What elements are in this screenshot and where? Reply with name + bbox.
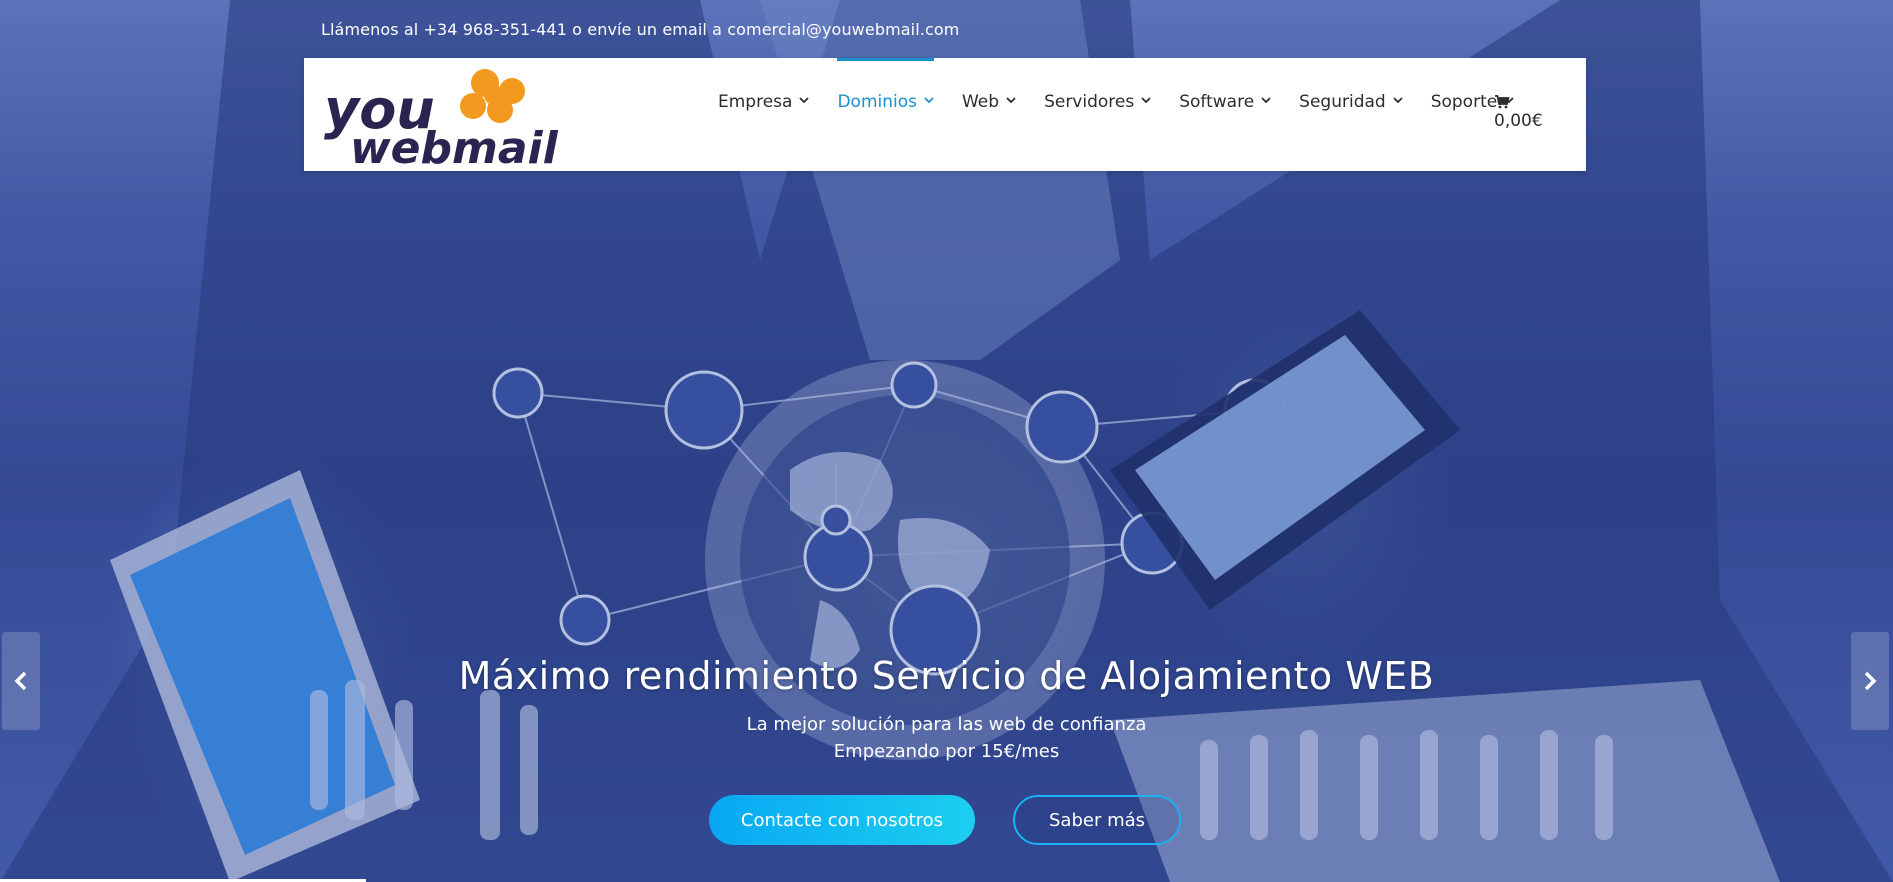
nav-item-seguridad[interactable]: Seguridad xyxy=(1285,58,1417,171)
slide-title: Máximo rendimiento Servicio de Alojamien… xyxy=(458,654,1435,698)
shopping-cart-icon xyxy=(1495,95,1510,109)
slide-subtitle-1: La mejor solución para las web de confia… xyxy=(746,714,1147,735)
chevron-down-icon xyxy=(1261,97,1271,104)
nav-item-label: Empresa xyxy=(718,92,793,112)
nav-item-web[interactable]: Web xyxy=(948,58,1030,171)
nav-item-label: Web xyxy=(961,92,1000,112)
chevron-down-icon xyxy=(799,97,810,104)
nav-item-label: Soporte xyxy=(1430,92,1498,112)
chevron-right-icon xyxy=(1864,671,1877,691)
nav-item-label: Dominios xyxy=(837,92,917,112)
cart-button[interactable]: 0,00€ xyxy=(1494,94,1543,133)
nav-item-label: Servidores xyxy=(1044,92,1135,112)
cart-total: 0,00€ xyxy=(1494,111,1543,131)
chevron-down-icon xyxy=(1006,97,1016,104)
nav-item-software[interactable]: Software xyxy=(1165,58,1285,171)
site-logo[interactable]: you webmail xyxy=(322,63,568,167)
nav-item-label: Seguridad xyxy=(1299,92,1386,112)
chevron-down-icon xyxy=(1141,97,1151,104)
chevron-down-icon xyxy=(1393,97,1403,104)
chevron-left-icon xyxy=(14,671,27,691)
contact-info: Llámenos al +34 968-351-441 o envíe un e… xyxy=(321,20,960,39)
slide-subtitle-2: Empezando por 15€/mes xyxy=(833,741,1060,762)
nav-item-label: Software xyxy=(1179,92,1255,112)
learn-more-button[interactable]: Saber más xyxy=(1013,795,1181,845)
nav-item-servidores[interactable]: Servidores xyxy=(1030,58,1165,171)
flower-logo-icon xyxy=(460,69,525,123)
slider-next-button[interactable] xyxy=(1851,632,1889,730)
main-menu: Empresa Dominios Web Servidores Software… xyxy=(704,58,1528,171)
chevron-down-icon xyxy=(924,97,934,104)
nav-item-empresa[interactable]: Empresa xyxy=(704,58,823,171)
slider-prev-button[interactable] xyxy=(2,632,40,730)
header-navbar: you webmail Empresa Dominios Web Servido… xyxy=(304,58,1586,171)
logo-text-webmail: webmail xyxy=(350,123,559,167)
nav-item-dominios[interactable]: Dominios xyxy=(823,58,948,171)
contact-us-button[interactable]: Contacte con nosotros xyxy=(709,795,975,845)
